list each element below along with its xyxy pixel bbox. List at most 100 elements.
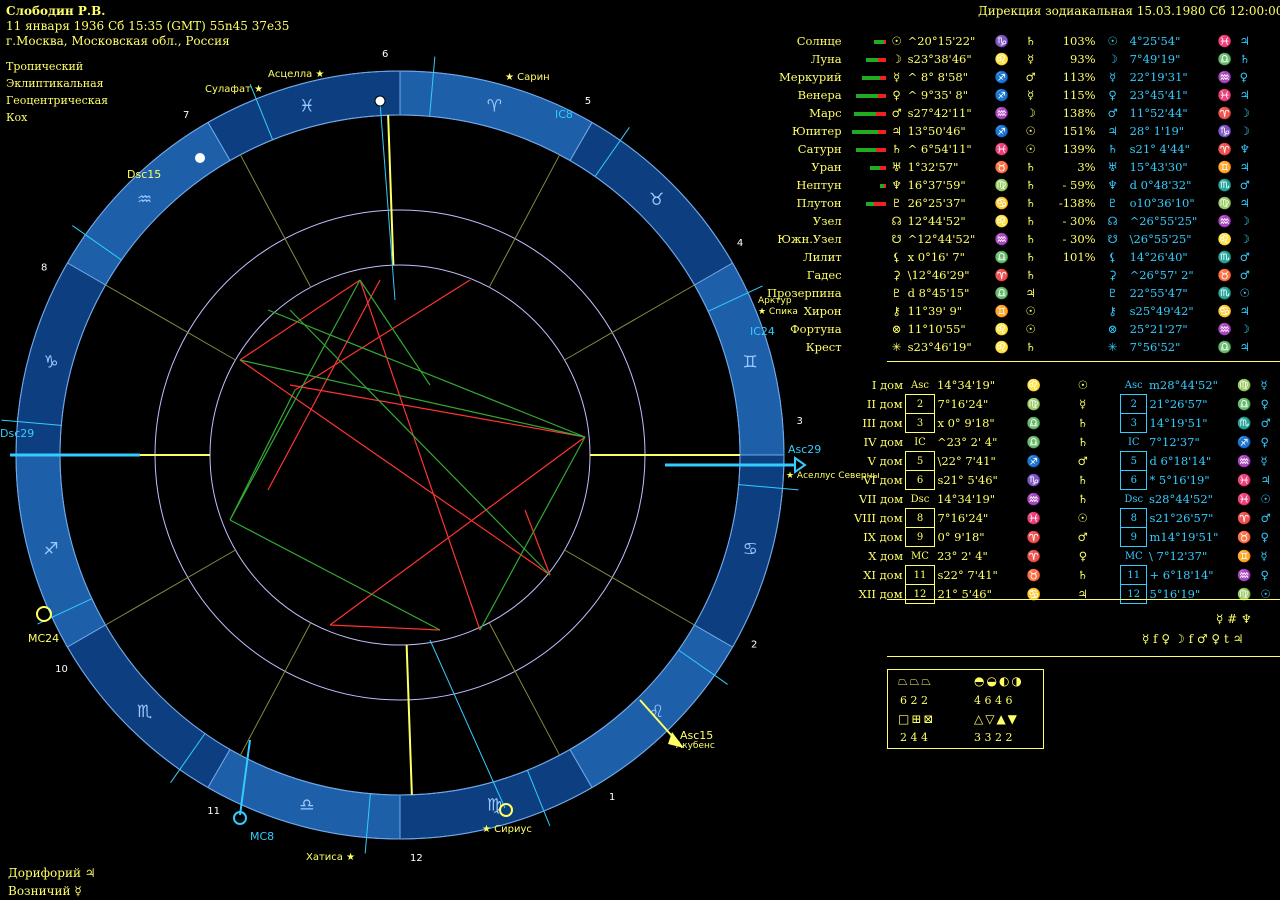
house-name: VII дом [859, 492, 904, 506]
house-row[interactable]: IX дом 9 0° 9'18" ♈ ♂ 9 m14°19'51" ♉ ♀ [852, 527, 1280, 547]
planet-percent: - 30% [1062, 214, 1096, 228]
planet-row[interactable]: Узел ☊ 12°44'52" ♌ ♄ - 30% ☊ ^26°55'25" … [765, 212, 1260, 230]
aspect-line [229, 389, 296, 521]
planet-row[interactable]: Южн.Узел ☋ ^12°44'52" ♒ ♄ - 30% ☋ \26°55… [765, 230, 1260, 248]
planet-ruler-icon: ♄ [1025, 34, 1036, 48]
house-row[interactable]: IV дом IC ^23° 2' 4" ♎ ♄ IC 7°12'37" ♐ ♀ [852, 433, 1280, 452]
house-row[interactable]: V дом 5 \22° 7'41" ♐ ♂ 5 d 6°18'14" ♒ ☿ [852, 451, 1280, 471]
planet-ruler-icon: ☿ [1027, 52, 1035, 66]
direction-planet-icon: ☿ [1109, 70, 1117, 84]
direction-position: s25°49'42" [1129, 304, 1194, 318]
house-code: MC [911, 550, 929, 562]
planet-icon: ♆ [891, 178, 902, 192]
house-row[interactable]: X дом MC 23° 2' 4" ♈ ♀ MC \ 7°12'37" ♊ ☿ [852, 547, 1280, 566]
house-code: 11 [904, 565, 936, 585]
direction-position: 11°52'44" [1129, 106, 1188, 120]
elements-box: ⏢⏢⏢ ◓◒◐◑ 6 2 2 4 6 4 6 □⊞⊠ △▽▲▼ 2 4 4 3 … [887, 669, 1044, 749]
direction-planet-icon: ♀ [1108, 88, 1117, 102]
planet-position: 12°44'52" [907, 214, 966, 228]
house-name: III дом [862, 416, 903, 430]
house-code: 9 [904, 527, 936, 547]
natal-chart-wheel[interactable]: ♍♌♋♊♉♈♓♒♑♐♏♎ Сулафат ★ Асцелла ★ ★ Сарин… [0, 0, 880, 900]
planet-name: Уран [811, 160, 842, 174]
house-row[interactable]: XII дом 12 21° 5'46" ♋ ♃ 12 5°16'19" ♍ ☉ [852, 584, 1280, 604]
house-row[interactable]: I дом Asc 14°34'19" ♌ ☉ Asc m28°44'52" ♍… [852, 376, 1280, 395]
planet-strength-bar [844, 50, 888, 68]
house-row[interactable]: VI дом 6 s21° 5'46" ♑ ♄ 6 * 5°16'19" ♓ ♃ [852, 470, 1280, 490]
planet-row[interactable]: Венера ♀ ^ 9°35' 8" ♐ ☿ 115% ♀ 23°45'41"… [765, 86, 1260, 104]
planet-ruler-icon: ☉ [1025, 124, 1036, 138]
direction-house-sign-icon: ♈ [1237, 511, 1252, 525]
house-code: 8 [904, 508, 936, 528]
house-ruler-icon: ♄ [1077, 416, 1088, 430]
planet-row[interactable]: Лилит ⚸ x 0°16' 7" ♎ ♄ 101% ⚸ 14°26'40" … [765, 248, 1260, 266]
planet-sign-icon: ♎ [994, 250, 1009, 264]
planet-row[interactable]: Прозерпина ♇ d 8°45'15" ♎ ♃ ♇ 22°55'47" … [765, 284, 1260, 302]
planet-name: Плутон [796, 196, 842, 210]
house-name: X дом [868, 549, 904, 563]
house-name: XII дом [858, 587, 903, 601]
planet-row[interactable]: Солнце ☉ ^20°15'22" ♑ ♄ 103% ☉ 4°25'54" … [765, 32, 1260, 50]
direction-house-position: \ 7°12'37" [1148, 549, 1208, 563]
planet-percent: -138% [1058, 196, 1096, 210]
house-code: Asc [911, 379, 929, 391]
house-name: IX дом [863, 530, 903, 544]
house-row[interactable]: III дом 3 x 0° 9'18" ♎ ♄ 3 14°19'51" ♏ ♂ [852, 413, 1280, 433]
planet-icon: ☊ [891, 214, 902, 228]
zodiac-sign-icon: ♒ [137, 190, 152, 210]
direction-sign-icon: ♏ [1217, 286, 1232, 300]
direction-ruler-icon: ♀ [1239, 70, 1249, 84]
house-row[interactable]: II дом 2 7°16'24" ♍ ☿ 2 21°26'57" ♎ ♀ [852, 394, 1280, 414]
direction-planet-icon: ☉ [1107, 34, 1118, 48]
planet-row[interactable]: Юпитер ♃ 13°50'46" ♐ ☉ 151% ♃ 28° 1'19" … [765, 122, 1260, 140]
direction-planet-icon: ⚷ [1108, 304, 1117, 318]
planet-position: s27°42'11" [907, 106, 972, 120]
direction-position: o10°36'10" [1129, 196, 1195, 210]
planet-row[interactable]: Меркурий ☿ ^ 8° 8'58" ♐ ♂ 113% ☿ 22°19'3… [765, 68, 1260, 86]
direction-sign-icon: ♒ [1217, 214, 1232, 228]
planet-ruler-icon: ♃ [1025, 286, 1036, 300]
house-row[interactable]: VIII дом 8 7°16'24" ♓ ☉ 8 s21°26'57" ♈ ♂ [852, 508, 1280, 528]
direction-ruler-icon: ♂ [1239, 268, 1250, 282]
house-code: 5 [904, 451, 936, 471]
direction-sign-icon: ♍ [1217, 196, 1232, 210]
planet-row[interactable]: Гадес ⚳ \12°46'29" ♈ ♄ ⚳ ^26°57' 2" ♉ ♂ [765, 266, 1260, 284]
direction-house-ruler-icon: ♀ [1260, 530, 1269, 544]
house-row[interactable]: VII дом Dsc 14°34'19" ♒ ♄ Dsc s28°44'52"… [852, 490, 1280, 509]
planet-icon: ☽ [891, 52, 902, 66]
mc-marker[interactable] [374, 95, 386, 107]
planet-row[interactable]: Крест ✳ s23°46'19" ♌ ♄ ✳ 7°56'52" ♎ ♃ [765, 338, 1260, 356]
planet-icon: ♂ [891, 106, 902, 120]
aspect-line [229, 519, 441, 631]
planet-row[interactable]: Марс ♂ s27°42'11" ♒ ☽ 138% ♂ 11°52'44" ♈… [765, 104, 1260, 122]
planet-row[interactable]: Луна ☽ s23°38'46" ♌ ☿ 93% ☽ 7°49'19" ♎ ♄ [765, 50, 1260, 68]
houses-table: I дом Asc 14°34'19" ♌ ☉ Asc m28°44'52" ♍… [852, 376, 1280, 604]
house-ruler-icon: ♂ [1077, 530, 1088, 544]
planet-name: Крест [805, 340, 842, 354]
planet-position: 11°39' 9" [907, 304, 963, 318]
direction-ruler-icon: ♃ [1239, 88, 1250, 102]
planet-ruler-icon: ♄ [1025, 196, 1036, 210]
house-row[interactable]: XI дом 11 s22° 7'41" ♉ ♄ 11 + 6°18'14" ♒… [852, 565, 1280, 585]
direction-house-position: 21°26'57" [1149, 397, 1208, 411]
planet-row[interactable]: Уран ♅ 1°32'57" ♉ ♄ 3% ♅ 15°43'30" ♊ ♃ [765, 158, 1260, 176]
planet-row[interactable]: Нептун ♆ 16°37'59" ♍ ♄ - 59% ♆ d 0°48'32… [765, 176, 1260, 194]
house-number: 2 [751, 640, 757, 651]
direction-planet-icon: ♃ [1107, 124, 1118, 138]
dsc-marker[interactable] [195, 153, 205, 163]
planet-ruler-icon: ☉ [1025, 142, 1036, 156]
aspect-line [239, 359, 586, 438]
planet-row[interactable]: Фортуна ⊗ 11°10'55" ♌ ☉ ⊗ 25°21'27" ♒ ☽ [765, 320, 1260, 338]
planet-sign-icon: ♍ [994, 178, 1009, 192]
direction-planet-icon: ☊ [1107, 214, 1118, 228]
planet-row[interactable]: Плутон ♇ 26°25'37" ♋ ♄ -138% ♇ o10°36'10… [765, 194, 1260, 212]
house-sign-icon: ♋ [1026, 587, 1041, 601]
planet-row[interactable]: Хирон ⚷ 11°39' 9" ♊ ☉ ⚷ s25°49'42" ♋ ♃ [765, 302, 1260, 320]
planet-position: ^ 9°35' 8" [907, 88, 969, 102]
planet-ruler-icon: ♄ [1025, 232, 1036, 246]
direction-ruler-icon: ♂ [1239, 178, 1250, 192]
planet-icon: ♇ [891, 196, 902, 210]
direction-planet-icon: ⚳ [1108, 268, 1117, 282]
label-asc29: Asc29 [788, 443, 821, 456]
planet-row[interactable]: Сатурн ♄ ^ 6°54'11" ♓ ☉ 139% ♄ s21° 4'44… [765, 140, 1260, 158]
